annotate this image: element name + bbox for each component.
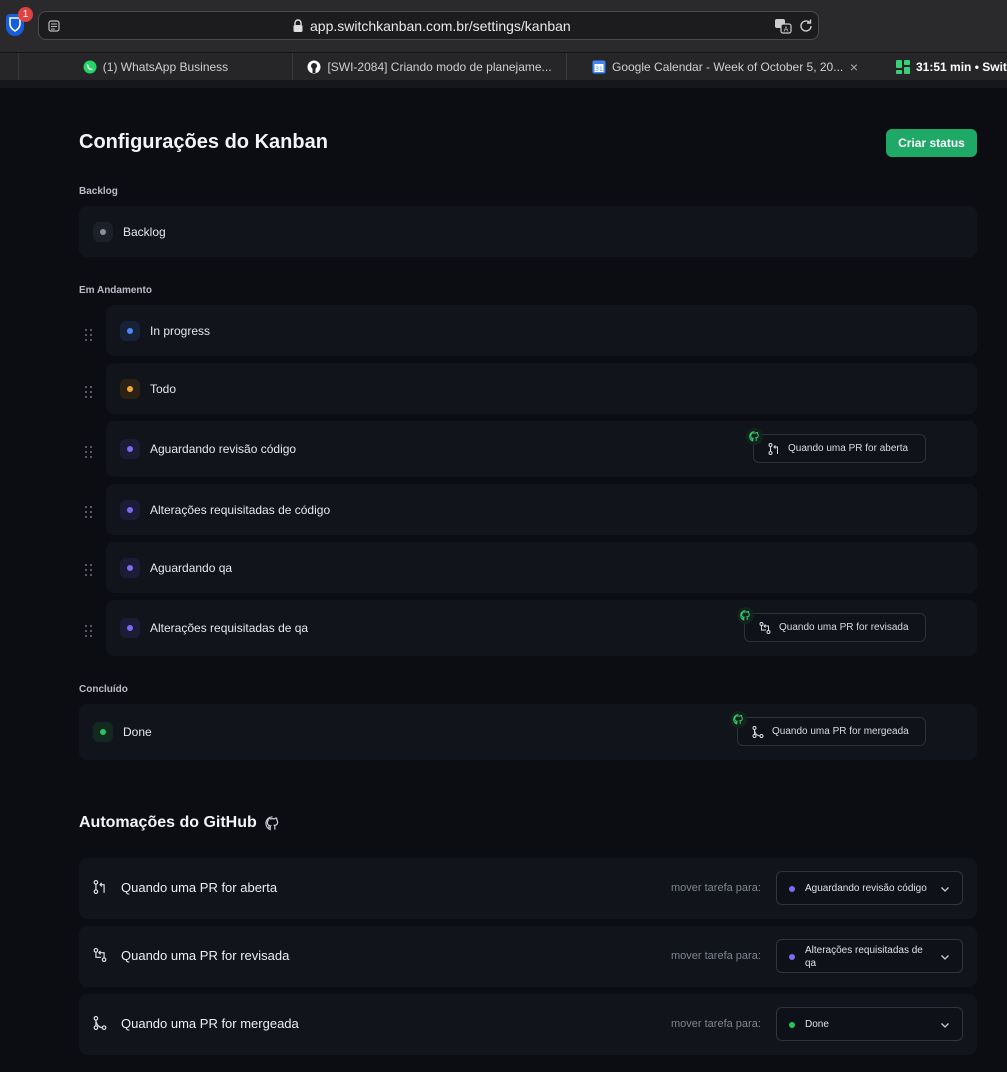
reader-mode-icon[interactable]	[47, 19, 61, 33]
pr-review-icon	[759, 621, 771, 634]
move-task-hint: mover tarefa para:	[671, 950, 761, 962]
pr-trigger-chip[interactable]: Quando uma PR for revisada	[744, 613, 926, 642]
status-color-indicator	[93, 722, 113, 742]
status-row-backlog[interactable]: Backlog	[79, 206, 977, 257]
status-color-indicator	[789, 1022, 795, 1028]
target-status-select[interactable]: Done	[776, 1007, 963, 1041]
target-status-select[interactable]: Aguardando revisão código	[776, 871, 963, 905]
status-row-qa-changes-requested[interactable]: Alterações requisitadas de qa Quando uma…	[106, 600, 977, 656]
translate-icon[interactable]: A	[774, 18, 792, 34]
page-title: Configurações do Kanban	[79, 131, 328, 153]
automations-heading: Automações do GitHub	[79, 814, 280, 832]
url-text: app.switchkanban.com.br/settings/kanban	[310, 18, 571, 34]
page-top-edge	[0, 80, 1007, 88]
trigger-label: Quando uma PR for aberta	[788, 443, 909, 454]
status-row-awaiting-code-review[interactable]: Aguardando revisão código Quando uma PR …	[106, 421, 977, 477]
reload-icon[interactable]	[798, 18, 814, 34]
automation-row-pr-merged: Quando uma PR for mergeada mover tarefa …	[79, 994, 977, 1055]
status-label: Todo	[150, 382, 177, 396]
address-bar[interactable]: app.switchkanban.com.br/settings/kanban …	[38, 11, 819, 40]
lock-icon	[293, 19, 303, 32]
status-label: Backlog	[123, 225, 166, 239]
status-row-done[interactable]: Done Quando uma PR for mergeada	[79, 704, 977, 760]
github-icon	[737, 607, 754, 624]
create-status-button[interactable]: Criar status	[886, 129, 977, 157]
svg-text:A: A	[784, 26, 789, 34]
status-label: Alterações requisitadas de código	[150, 503, 331, 517]
drag-handle-icon[interactable]	[84, 386, 94, 400]
section-label-done: Concluído	[79, 684, 128, 695]
drag-handle-icon[interactable]	[84, 329, 94, 343]
target-status-select[interactable]: Alterações requisitadas de qa	[776, 939, 963, 973]
drag-handle-icon[interactable]	[84, 564, 94, 578]
automation-row-pr-reviewed: Quando uma PR for revisada mover tarefa …	[79, 926, 977, 987]
pr-review-icon	[93, 948, 107, 967]
automation-title: Quando uma PR for aberta	[121, 880, 278, 895]
status-color-indicator	[120, 618, 140, 638]
tab-whatsapp[interactable]: (1) WhatsApp Business	[18, 53, 292, 81]
tab-label: Google Calendar - Week of October 5, 20.…	[612, 60, 844, 74]
trigger-label: Quando uma PR for revisada	[779, 622, 909, 633]
status-color-indicator	[120, 558, 140, 578]
status-row-code-changes-requested[interactable]: Alterações requisitadas de código	[106, 484, 977, 535]
chevron-down-icon	[941, 1023, 949, 1028]
extension-badge-count: 1	[18, 7, 33, 22]
status-label: In progress	[150, 324, 211, 338]
tab-google-calendar[interactable]: 31 Google Calendar - Week of October 5, …	[566, 53, 866, 81]
status-label: Aguardando revisão código	[150, 442, 297, 456]
automation-row-pr-opened: Quando uma PR for aberta mover tarefa pa…	[79, 858, 977, 919]
chevron-down-icon	[941, 955, 949, 960]
whatsapp-icon	[83, 60, 97, 74]
automations-title: Automações do GitHub	[79, 814, 257, 831]
svg-text:31: 31	[595, 66, 603, 73]
drag-handle-icon[interactable]	[84, 625, 94, 639]
github-icon	[307, 60, 321, 74]
chevron-down-icon	[941, 887, 949, 892]
tab-label: (1) WhatsApp Business	[102, 60, 229, 74]
selected-status: Alterações requisitadas de qa	[805, 945, 923, 969]
pr-open-icon	[93, 880, 107, 899]
drag-handle-icon[interactable]	[84, 506, 94, 520]
status-row-todo[interactable]: Todo	[106, 363, 977, 414]
timer-text: 31:51 min • Switc	[916, 60, 1007, 74]
pr-trigger-chip[interactable]: Quando uma PR for mergeada	[737, 717, 926, 746]
status-color-indicator	[120, 500, 140, 520]
pr-trigger-chip[interactable]: Quando uma PR for aberta	[753, 434, 926, 463]
automation-title: Quando uma PR for revisada	[121, 948, 290, 963]
tab-label: [SWI-2084] Criando modo de planejame...	[327, 60, 552, 74]
github-icon	[265, 815, 280, 831]
selected-status: Done	[805, 1019, 829, 1030]
section-label-backlog: Backlog	[79, 186, 118, 197]
calendar-icon: 31	[592, 60, 606, 74]
selected-status: Aguardando revisão código	[805, 883, 927, 894]
status-color-indicator	[120, 439, 140, 459]
status-color-indicator	[93, 222, 113, 242]
github-icon	[730, 711, 747, 728]
status-color-indicator	[789, 954, 795, 960]
pr-open-icon	[768, 442, 780, 455]
status-row-awaiting-qa[interactable]: Aguardando qa	[106, 542, 977, 593]
github-icon	[746, 428, 763, 445]
switch-app-icon	[896, 60, 910, 74]
status-color-indicator	[120, 321, 140, 341]
status-label: Alterações requisitadas de qa	[150, 621, 309, 635]
status-label: Aguardando qa	[150, 561, 233, 575]
pr-merge-icon	[752, 725, 764, 738]
tab-bar: (1) WhatsApp Business [SWI-2084] Criando…	[0, 52, 1007, 81]
trigger-label: Quando uma PR for mergeada	[772, 726, 909, 737]
move-task-hint: mover tarefa para:	[671, 882, 761, 894]
status-color-indicator	[789, 886, 795, 892]
move-task-hint: mover tarefa para:	[671, 1018, 761, 1030]
automation-title: Quando uma PR for mergeada	[121, 1016, 299, 1031]
status-label: Done	[123, 725, 152, 739]
drag-handle-icon[interactable]	[84, 446, 94, 460]
section-label-in-progress: Em Andamento	[79, 285, 152, 296]
status-color-indicator	[120, 379, 140, 399]
pr-merge-icon	[93, 1016, 107, 1035]
status-row-in-progress[interactable]: In progress	[106, 305, 977, 356]
timer-tab[interactable]: 31:51 min • Switc	[896, 53, 1007, 81]
tab-github-issue[interactable]: [SWI-2084] Criando modo de planejame...	[292, 53, 566, 81]
close-tab-icon[interactable]: ×	[850, 59, 858, 75]
browser-toolbar: 1 app.switchkanban.com.br/settings/kanba…	[0, 0, 1007, 52]
